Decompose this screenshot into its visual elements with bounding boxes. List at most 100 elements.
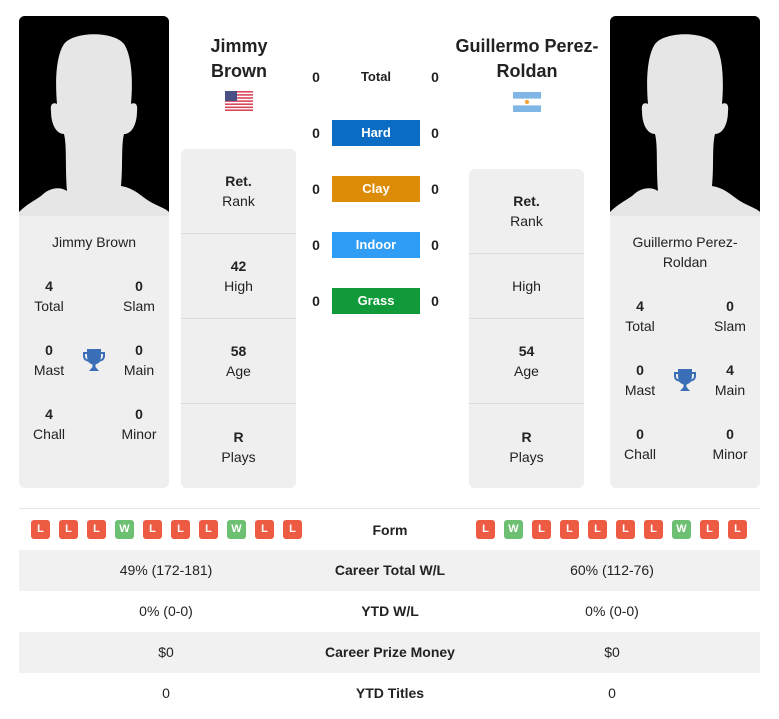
surface-hard-right: 0 (431, 125, 439, 141)
player2-card: Guillermo Perez- Roldan 4 Total 0 Slam 0… (610, 16, 760, 488)
player1-rank: Ret. Rank (181, 149, 296, 234)
player2-form-badge-loss[interactable]: L (644, 520, 663, 539)
player1-form-badge-loss[interactable]: L (199, 520, 218, 539)
player2-minor-titles: 0 Minor (700, 424, 760, 464)
player1-chall-titles: 4 Chall (19, 404, 79, 444)
player1-total-titles: 4 Total (19, 276, 79, 316)
player1-chall-value: 4 (45, 406, 53, 422)
player2-card-name-line1: Guillermo Perez- (632, 234, 738, 250)
player1-form-badge-loss[interactable]: L (255, 520, 274, 539)
player2-age: 54 Age (469, 319, 584, 404)
stats-row-ytd-wl: 0% (0-0) YTD W/L 0% (0-0) (19, 591, 760, 632)
player1-ytd-wl: 0% (0-0) (139, 603, 193, 619)
surface-row-hard: 0 Hard 0 (300, 120, 450, 146)
player1-rank-label: Rank (222, 193, 255, 209)
player2-form-badge-loss[interactable]: L (476, 520, 495, 539)
surface-hard-badge[interactable]: Hard (332, 120, 420, 146)
player2-prize-money: $0 (604, 644, 620, 660)
player1-name-line1: Jimmy (210, 36, 268, 56)
player2-chall-titles: 0 Chall (610, 424, 670, 464)
player2-mast-label: Mast (624, 382, 656, 398)
player2-photo[interactable] (610, 16, 760, 216)
player2-minor-value: 0 (726, 426, 734, 442)
player2-card-name-line2: Roldan (662, 254, 708, 270)
surface-total-left: 0 (312, 69, 320, 85)
player2-form-badge-loss[interactable]: L (588, 520, 607, 539)
surface-indoor-badge[interactable]: Indoor (332, 232, 420, 258)
player2-form-badge-loss[interactable]: L (700, 520, 719, 539)
player2-mast-titles: 0 Mast (610, 360, 670, 400)
player1-minor-value: 0 (135, 406, 143, 422)
player2-plays: R Plays (469, 404, 584, 488)
player1-photo[interactable] (19, 16, 169, 216)
ytd-wl-label: YTD W/L (361, 603, 419, 619)
player1-total-label: Total (34, 298, 64, 314)
player2-form-badge-loss[interactable]: L (616, 520, 635, 539)
player2-slam-titles: 0 Slam (700, 296, 760, 336)
player1-plays: R Plays (181, 404, 296, 488)
player1-high-label: High (224, 278, 253, 294)
player2-high: High (469, 254, 584, 319)
player1-age: 58 Age (181, 319, 296, 404)
player2-card-name: Guillermo Perez- Roldan (610, 232, 760, 272)
player1-high: 42 High (181, 234, 296, 319)
player1-name-heading[interactable]: Jimmy Brown (180, 34, 298, 84)
form-label: Form (372, 522, 408, 538)
player1-mast-value: 0 (45, 342, 53, 358)
player1-form-badge-loss[interactable]: L (171, 520, 190, 539)
player2-chall-label: Chall (624, 446, 656, 462)
surface-row-total: 0 Total 0 (300, 64, 450, 90)
player1-form-badge-loss[interactable]: L (283, 520, 302, 539)
player1-card: Jimmy Brown 4 Total 0 Slam 0 Mast 0 Main… (19, 16, 169, 488)
surface-clay-badge[interactable]: Clay (332, 176, 420, 202)
player1-form-badge-win[interactable]: W (227, 520, 246, 539)
player2-ytd-titles: 0 (608, 685, 616, 701)
player1-info-panel: Ret. Rank 42 High 58 Age R Plays (181, 149, 296, 488)
player2-rank-label: Rank (510, 213, 543, 229)
surface-total-label: Total (360, 69, 392, 84)
player2-form-badge-loss[interactable]: L (728, 520, 747, 539)
player2-total-titles: 4 Total (610, 296, 670, 336)
surface-grass-badge[interactable]: Grass (332, 288, 420, 314)
player2-form-badge-win[interactable]: W (504, 520, 523, 539)
player1-mast-titles: 0 Mast (19, 340, 79, 380)
player2-form-badge-win[interactable]: W (672, 520, 691, 539)
player2-age-label: Age (514, 363, 539, 379)
player2-high-label: High (512, 278, 541, 294)
player1-career-wl: 49% (172-181) (119, 562, 213, 578)
form-row: LLLWLLLWLL Form LWLLLLLWLL (19, 508, 760, 550)
player1-total-value: 4 (45, 278, 53, 294)
player1-form-badge-win[interactable]: W (115, 520, 134, 539)
player2-form-badge-loss[interactable]: L (560, 520, 579, 539)
player1-form-badge-loss[interactable]: L (143, 520, 162, 539)
player2-form-badge-loss[interactable]: L (532, 520, 551, 539)
stats-row-career-wl: 49% (172-181) Career Total W/L 60% (112-… (19, 550, 760, 591)
surface-indoor-left: 0 (312, 237, 320, 253)
player2-info-panel: Ret. Rank High 54 Age R Plays (469, 169, 584, 488)
surface-row-indoor: 0 Indoor 0 (300, 232, 450, 258)
silhouette-icon (610, 16, 760, 216)
player2-total-value: 4 (636, 298, 644, 314)
stats-row-prize-money: $0 Career Prize Money $0 (19, 632, 760, 673)
player1-slam-titles: 0 Slam (109, 276, 169, 316)
stats-row-ytd-titles: 0 YTD Titles 0 (19, 673, 760, 714)
player1-form-badge-loss[interactable]: L (87, 520, 106, 539)
surface-grass-left: 0 (312, 293, 320, 309)
surface-row-clay: 0 Clay 0 (300, 176, 450, 202)
player2-slam-value: 0 (726, 298, 734, 314)
surface-grass-right: 0 (431, 293, 439, 309)
usa-flag-icon (225, 91, 253, 111)
player1-plays-label: Plays (221, 448, 256, 465)
player2-main-value: 4 (726, 362, 734, 378)
player2-main-titles: 4 Main (700, 360, 760, 400)
player2-mast-value: 0 (636, 362, 644, 378)
player1-chall-label: Chall (33, 426, 65, 442)
player1-slam-value: 0 (135, 278, 143, 294)
player2-name-line2: Roldan (496, 61, 558, 81)
player1-form-badge-loss[interactable]: L (59, 520, 78, 539)
player2-name-heading[interactable]: Guillermo Perez- Roldan (446, 34, 608, 84)
player1-minor-titles: 0 Minor (109, 404, 169, 444)
career-wl-label: Career Total W/L (334, 562, 446, 578)
player1-form-badge-loss[interactable]: L (31, 520, 50, 539)
trophy-icon (83, 349, 105, 371)
